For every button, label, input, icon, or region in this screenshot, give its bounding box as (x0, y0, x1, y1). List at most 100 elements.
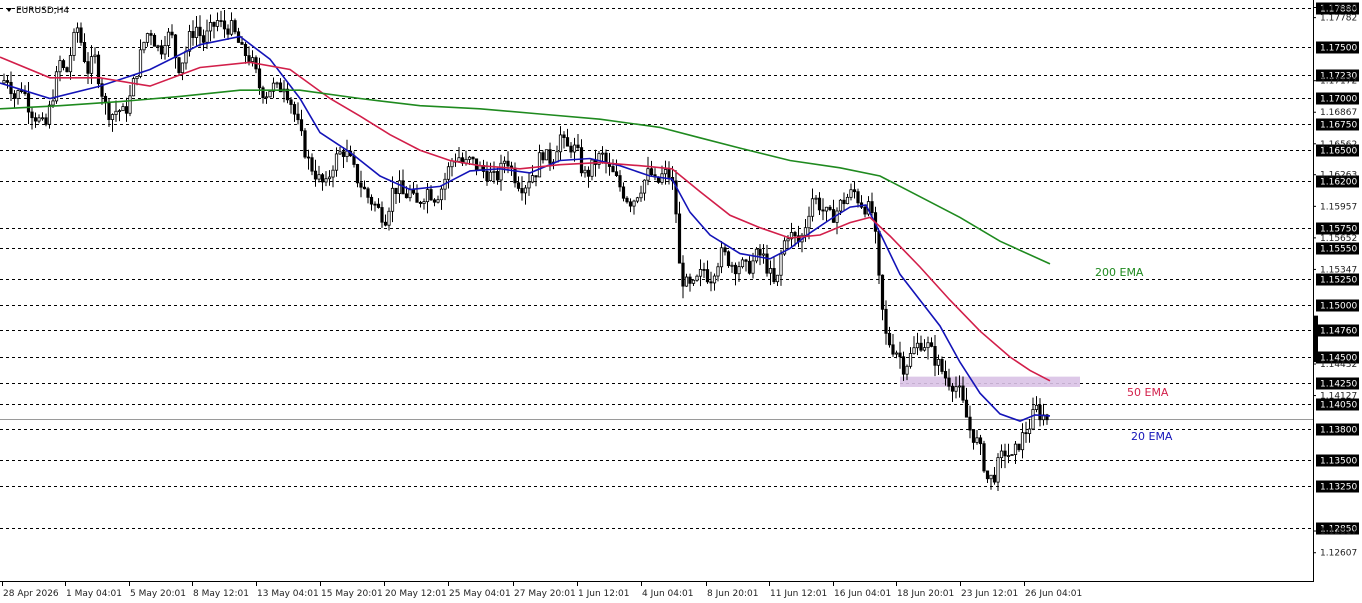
candle-body (541, 152, 545, 161)
candle-body (250, 57, 255, 62)
candle-body (922, 347, 927, 351)
candle-body (705, 269, 710, 283)
candle-body (345, 150, 349, 157)
candle-body (901, 356, 906, 375)
candle-body (334, 153, 339, 171)
candle-body (306, 156, 311, 159)
candle-body (940, 358, 944, 372)
candle-body (527, 181, 531, 189)
candle-body (1024, 432, 1028, 435)
candle-body (408, 188, 412, 199)
candle-body (177, 57, 181, 74)
price-tag-label: 1.15250 (1320, 276, 1357, 286)
candle-body (992, 474, 997, 483)
candle-body (47, 104, 52, 125)
y-tick-label: 1.17880 (1320, 4, 1357, 14)
candle-body (422, 201, 426, 204)
candle-body (233, 20, 237, 33)
candle-body (492, 171, 496, 173)
candle-body (702, 269, 706, 271)
candle-body (709, 281, 713, 284)
candle-body (908, 353, 913, 367)
candle-body (898, 352, 902, 358)
candle-body (264, 96, 269, 99)
candle-body (152, 34, 157, 47)
candle-body (824, 206, 829, 212)
candle-body (1003, 450, 1007, 457)
candle-body (1013, 443, 1018, 456)
price-tag-label: 1.17500 (1320, 44, 1357, 54)
candle-body (583, 169, 587, 174)
candle-body (516, 182, 521, 189)
y-tick-label: 1.16562 (1320, 140, 1357, 150)
candle-body (667, 169, 671, 178)
candle-body (226, 28, 230, 35)
candle-body (838, 199, 843, 212)
price-chart[interactable]: 200 EMA50 EMA20 EMA 1.178801.175001.1723… (0, 0, 1362, 603)
candle-body (982, 443, 986, 472)
ema-label: 50 EMA (1127, 386, 1169, 399)
candle-body (870, 201, 874, 214)
candle-body (376, 203, 381, 208)
candle-body (936, 358, 941, 366)
candle-body (37, 117, 41, 122)
candle-body (82, 42, 87, 62)
candle-body (919, 342, 923, 351)
candle-body (989, 474, 993, 480)
candle-body (807, 215, 811, 229)
candle-body (149, 33, 153, 36)
x-tick-label: 27 May 20:01 (514, 589, 576, 599)
candle-body (404, 193, 409, 199)
chart-background (0, 0, 1362, 603)
candle-body (110, 114, 115, 120)
candle-body (240, 42, 244, 45)
candle-body (618, 175, 622, 188)
candle-body (768, 268, 773, 274)
y-tick-label: 1.14432 (1320, 360, 1357, 370)
candle-body (957, 385, 962, 388)
candle-body (310, 157, 314, 172)
candle-body (187, 31, 192, 52)
candle-body (86, 61, 90, 74)
candle-body (72, 31, 76, 56)
ema-label: 200 EMA (1095, 266, 1144, 279)
candle-body (205, 30, 209, 43)
candle-body (961, 385, 965, 401)
candle-body (971, 429, 976, 443)
candle-body (418, 201, 423, 204)
candle-body (996, 457, 1000, 483)
price-tag-label: 1.14050 (1320, 401, 1357, 411)
candle-body (299, 119, 304, 132)
candle-body (506, 160, 510, 167)
candle-body (740, 259, 745, 268)
candle-body (712, 275, 717, 284)
candle-body (628, 201, 633, 207)
price-tag-label: 1.13500 (1320, 457, 1357, 467)
candle-body (684, 276, 689, 287)
candle-body (572, 144, 577, 153)
candle-body (212, 22, 216, 27)
candle-body (9, 81, 13, 95)
candle-body (999, 450, 1004, 459)
candle-body (93, 54, 97, 58)
candle-body (733, 264, 738, 275)
candle-body (1031, 409, 1035, 430)
candle-body (695, 275, 699, 281)
symbol-header[interactable]: EURUSD,H4 (6, 6, 69, 16)
price-tag-label: 1.14250 (1320, 380, 1357, 390)
candle-body (537, 152, 542, 178)
candle-body (387, 210, 391, 226)
candle-body (327, 176, 332, 180)
candle-body (933, 346, 937, 366)
candle-body (471, 156, 475, 160)
candle-body (576, 144, 580, 149)
candle-body (373, 203, 377, 206)
candle-body (79, 27, 83, 43)
candle-body (915, 342, 920, 349)
candle-body (114, 110, 118, 115)
candle-body (1038, 404, 1042, 421)
price-tag-label: 1.13250 (1320, 483, 1357, 493)
candle-body (894, 352, 899, 355)
candle-body (544, 149, 549, 161)
candle-body (947, 377, 951, 387)
